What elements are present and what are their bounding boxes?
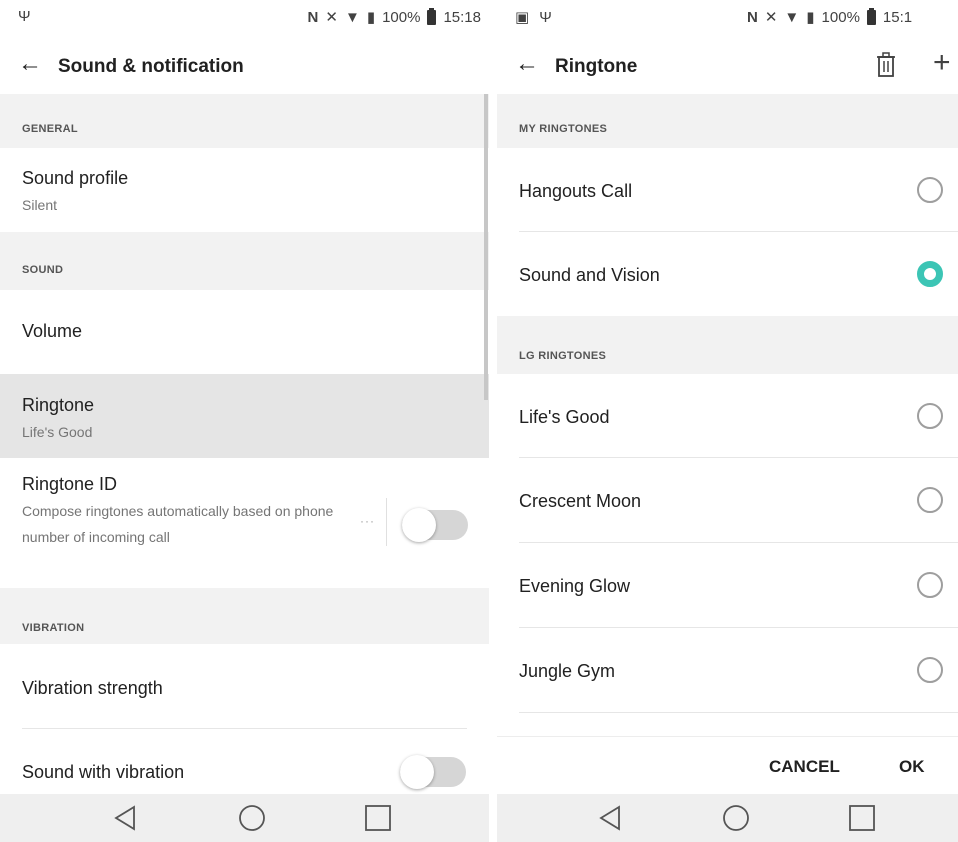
clock: 15:18 [443,8,481,26]
nav-recents-icon[interactable] [846,802,878,834]
ringtone-radio[interactable] [917,487,943,513]
ringtone-radio-selected[interactable] [917,261,943,287]
ringtone-item[interactable]: Evening Glow [497,543,958,627]
ringtone-item[interactable]: Life's Good [497,374,958,458]
nav-home-icon[interactable] [236,802,268,834]
ringtone-radio[interactable] [917,177,943,203]
settings-item-volume[interactable]: Volume [0,290,489,374]
plus-icon[interactable]: + [933,48,951,78]
status-bar: ▣ Ψ N ✕ ▼ ▮ 100% 15:1 [497,0,958,36]
wifi-icon: ▼ [344,8,360,26]
sound-with-vibration-toggle[interactable] [400,755,466,789]
ringtone-label: Crescent Moon [519,491,642,511]
nfc-icon: N [307,8,319,26]
item-title: Ringtone ID [22,474,118,494]
image-icon: ▣ [515,9,530,26]
item-title: Volume [22,321,83,341]
app-bar: ← Ringtone + [497,36,958,94]
signal-icon: ▮ [366,9,376,26]
settings-item-vibration-strength[interactable]: Vibration strength [0,644,489,728]
app-bar: ← Sound & notification [0,36,489,94]
section-header-my-ringtones: MY RINGTONES [497,94,958,148]
ringtone-radio[interactable] [917,657,943,683]
signal-icon: ▮ [806,9,815,26]
section-header-general: GENERAL [0,94,489,148]
section-header-vibration: VIBRATION [0,588,489,644]
toggle-knob [400,755,434,789]
vertical-divider [386,498,387,546]
ringtone-label: Sound and Vision [519,265,660,285]
usb-icon: Ψ [539,8,552,26]
ringtone-label: Jungle Gym [519,661,616,681]
ringtone-item[interactable]: Jungle Gym [497,628,958,712]
item-title: Sound profile [22,168,129,188]
ringtone-item[interactable]: Sound and Vision [497,232,958,316]
nav-back-icon[interactable] [595,802,627,834]
page-title: Ringtone [555,56,638,77]
section-header-lg-ringtones: LG RINGTONES [497,316,958,374]
ringtone-item[interactable]: Hangouts Call [497,148,958,232]
item-title: Vibration strength [22,678,163,698]
divider [519,712,958,713]
battery-percent: 100% [382,8,421,26]
mute-icon: ✕ [325,9,338,26]
ringtone-label: Evening Glow [519,576,631,596]
item-title: Ringtone [22,395,95,415]
navigation-bar [497,794,958,842]
settings-item-sound-profile[interactable]: Sound profile Silent [0,148,489,232]
dialog-actions: CANCEL OK [497,736,958,794]
sound-notification-screen: Ψ N ✕ ▼ ▮ 100% 15:18 ← Sound & notificat… [0,0,489,842]
settings-item-ringtone[interactable]: Ringtone Life's Good [0,374,489,458]
nav-back-icon[interactable] [110,802,142,834]
usb-icon: Ψ [18,8,31,25]
settings-item-ringtone-id[interactable]: Ringtone ID Compose ringtones automatica… [0,458,489,588]
battery-percent: 100% [821,8,860,26]
nfc-icon: N [747,8,758,26]
ringtone-item[interactable]: Crescent Moon [497,458,958,542]
mute-icon: ✕ [764,9,778,26]
page-title: Sound & notification [58,56,244,77]
ringtone-label: Hangouts Call [519,181,633,201]
scrollbar[interactable] [484,94,488,400]
section-header-sound: SOUND [0,232,489,290]
cancel-button[interactable]: CANCEL [769,757,840,777]
trash-icon[interactable] [875,52,897,78]
item-title: Sound with vibration [22,762,185,782]
status-bar: Ψ N ✕ ▼ ▮ 100% 15:18 [0,0,489,36]
screen-gutter [489,0,497,842]
nav-home-icon[interactable] [720,802,752,834]
arrow-left-icon[interactable]: ← [18,52,42,76]
toggle-knob [402,508,436,542]
more-dots-icon: ··· [360,514,375,528]
battery-icon [866,7,876,25]
ringtone-radio[interactable] [917,572,943,598]
ringtone-id-toggle[interactable] [402,508,468,542]
ok-button[interactable]: OK [899,757,925,777]
ringtone-radio[interactable] [917,403,943,429]
item-value: Life's Good [22,424,93,440]
item-value: Silent [22,197,58,213]
navigation-bar [0,794,489,842]
item-description: Compose ringtones automatically based on… [22,503,334,545]
ringtone-screen: ▣ Ψ N ✕ ▼ ▮ 100% 15:1 ← Ringtone + MY RI… [497,0,958,842]
clock: 15:1 [882,8,913,26]
battery-icon [427,7,437,25]
ringtone-label: Life's Good [519,407,610,427]
arrow-left-icon[interactable]: ← [515,52,539,76]
wifi-icon: ▼ [784,8,800,26]
nav-recents-icon[interactable] [362,802,394,834]
settings-item-sound-with-vibration[interactable]: Sound with vibration [0,729,489,794]
